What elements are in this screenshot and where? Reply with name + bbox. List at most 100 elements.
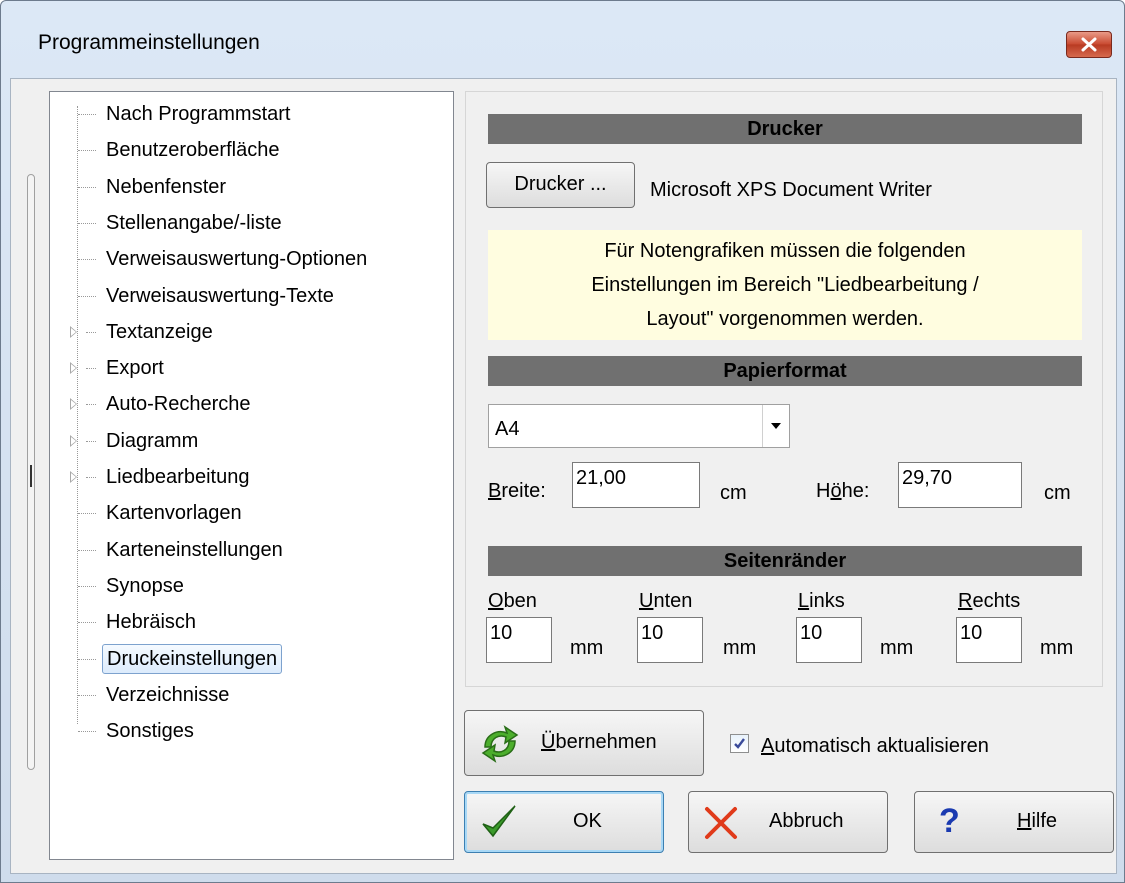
- hint-line-1: Für Notengrafiken müssen die folgenden: [604, 240, 966, 262]
- margin-top-label: Oben: [488, 590, 537, 612]
- settings-tree[interactable]: Nach Programmstart Benutzeroberfläche Nebe…: [49, 91, 454, 860]
- margin-top-unit: mm: [570, 637, 604, 659]
- tree-item[interactable]: Auto-Recherche: [50, 389, 450, 419]
- splitter-grip: [30, 465, 32, 487]
- tree-item[interactable]: Nach Programmstart: [50, 99, 450, 129]
- checkmark-icon: [734, 738, 745, 749]
- tree-item-label: Textanzeige: [106, 320, 213, 343]
- cancel-label: Abbruch: [769, 810, 844, 832]
- tree-item[interactable]: Sonstiges: [50, 716, 450, 746]
- margin-right-unit: mm: [1040, 637, 1074, 659]
- auto-update-label[interactable]: Automatisch aktualisieren: [761, 735, 989, 758]
- tree-connector: [78, 259, 96, 261]
- tree-item[interactable]: Stellenangabe/-liste: [50, 208, 450, 238]
- tree-item-label: Synopse: [106, 574, 184, 597]
- margin-top-field[interactable]: 10: [486, 617, 552, 663]
- tree-connector: [86, 331, 96, 333]
- width-label: Breite:: [488, 480, 546, 502]
- width-unit: cm: [720, 482, 747, 504]
- tree-connector: [78, 150, 96, 152]
- close-icon: [1081, 37, 1097, 52]
- margin-right-field[interactable]: 10: [956, 617, 1022, 663]
- tree-item[interactable]: Hebräisch: [50, 607, 450, 637]
- height-label: Höhe:: [816, 480, 870, 502]
- tree-connector: [78, 658, 96, 660]
- cancel-icon: [705, 807, 737, 839]
- printer-button[interactable]: Drucker ...: [486, 162, 635, 208]
- margin-left-unit: mm: [880, 637, 914, 659]
- tree-item[interactable]: Karteneinstellungen: [50, 535, 450, 565]
- margin-bottom-unit: mm: [723, 637, 757, 659]
- tree-connector: [86, 440, 96, 442]
- tree-item-label-selected: Druckeinstellungen: [102, 643, 283, 674]
- expand-arrow-icon[interactable]: [70, 471, 77, 483]
- expand-arrow-icon[interactable]: [70, 398, 77, 411]
- help-label: Hilfe: [1017, 810, 1058, 832]
- height-unit: cm: [1044, 482, 1071, 504]
- splitter-handle[interactable]: [27, 174, 35, 770]
- tree-item[interactable]: Liedbearbeitung: [50, 462, 450, 492]
- tree-connector: [78, 731, 96, 733]
- tree-item-label: Verweisauswertung-Optionen: [106, 248, 368, 271]
- tree-connector: [86, 404, 96, 406]
- tree-connector: [78, 513, 96, 515]
- width-field[interactable]: 21,00: [572, 462, 700, 508]
- tree-connector: [78, 622, 96, 624]
- margin-left-field[interactable]: 10: [796, 617, 862, 663]
- refresh-icon: [481, 725, 519, 763]
- tree-item-label: Verzeichnisse: [106, 683, 230, 706]
- tree-item-label: Export: [106, 357, 164, 380]
- tree-item-label: Nach Programmstart: [106, 103, 291, 125]
- tree-item-label: Diagramm: [106, 429, 199, 452]
- margin-bottom-field[interactable]: 10: [637, 617, 703, 663]
- paper-format-select[interactable]: A4: [488, 404, 790, 448]
- window-title: Programmeinstellungen: [38, 31, 260, 54]
- auto-update-checkbox[interactable]: [730, 734, 749, 753]
- tree-connector: [78, 549, 96, 551]
- help-button[interactable]: ? Hilfe: [914, 791, 1114, 853]
- tree-item-label: Karteneinstellungen: [106, 538, 283, 561]
- tree-item[interactable]: Synopse: [50, 571, 450, 601]
- tree-connector: [86, 368, 96, 370]
- margin-bottom-label: Unten: [639, 590, 693, 612]
- tree-connector: [78, 694, 96, 696]
- printer-name: Microsoft XPS Document Writer: [650, 179, 932, 201]
- tree-item[interactable]: Verzeichnisse: [50, 680, 450, 710]
- ok-button[interactable]: OK: [464, 791, 664, 853]
- tree-item-label: Hebräisch: [106, 611, 197, 634]
- tree-item[interactable]: Export: [50, 353, 450, 383]
- tree-item-label: Kartenvorlagen: [106, 502, 242, 525]
- margins-section-header: Seitenränder: [488, 546, 1082, 576]
- paper-format-value: A4: [495, 418, 520, 440]
- notation-hint: Für Notengrafiken müssen die folgenden E…: [488, 230, 1082, 340]
- hint-line-2: Einstellungen im Bereich "Liedbearbeitun…: [591, 274, 979, 296]
- tree-item[interactable]: Verweisauswertung-Optionen: [50, 244, 450, 274]
- chevron-down-icon[interactable]: [762, 405, 789, 447]
- tree-item[interactable]: Verweisauswertung-Texte: [50, 281, 450, 311]
- apply-button[interactable]: Übernehmen: [464, 710, 704, 776]
- tree-item[interactable]: Druckeinstellungen: [50, 643, 450, 674]
- margin-left-label: Links: [798, 590, 845, 612]
- tree-item-label: Benutzeroberfläche: [106, 139, 280, 162]
- dialog-window: Programmeinstellungen Nach Programmstart…: [0, 0, 1125, 883]
- height-field[interactable]: 29,70: [898, 462, 1022, 508]
- margin-right-label: Rechts: [958, 590, 1021, 612]
- apply-label: Übernehmen: [541, 731, 657, 753]
- tree-item[interactable]: Diagramm: [50, 426, 450, 456]
- tree-item[interactable]: Kartenvorlagen: [50, 498, 450, 528]
- tree-item[interactable]: Nebenfenster: [50, 172, 450, 202]
- cancel-button[interactable]: Abbruch: [688, 791, 888, 853]
- tree-item[interactable]: Benutzeroberfläche: [50, 135, 450, 165]
- close-button[interactable]: [1066, 31, 1112, 58]
- tree-item-label: Nebenfenster: [106, 175, 227, 198]
- tree-item-label: Auto-Recherche: [106, 393, 251, 416]
- tree-item-label: Verweisauswertung-Texte: [106, 284, 334, 307]
- tree-item-label: Liedbearbeitung: [106, 466, 250, 488]
- expand-arrow-icon[interactable]: [70, 325, 77, 338]
- help-icon: ?: [939, 802, 960, 840]
- tree-item-label: Sonstiges: [106, 720, 194, 743]
- tree-item[interactable]: Textanzeige: [50, 317, 450, 347]
- expand-arrow-icon[interactable]: [70, 362, 77, 375]
- expand-arrow-icon[interactable]: [70, 434, 77, 447]
- title-bar[interactable]: Programmeinstellungen: [1, 1, 1124, 87]
